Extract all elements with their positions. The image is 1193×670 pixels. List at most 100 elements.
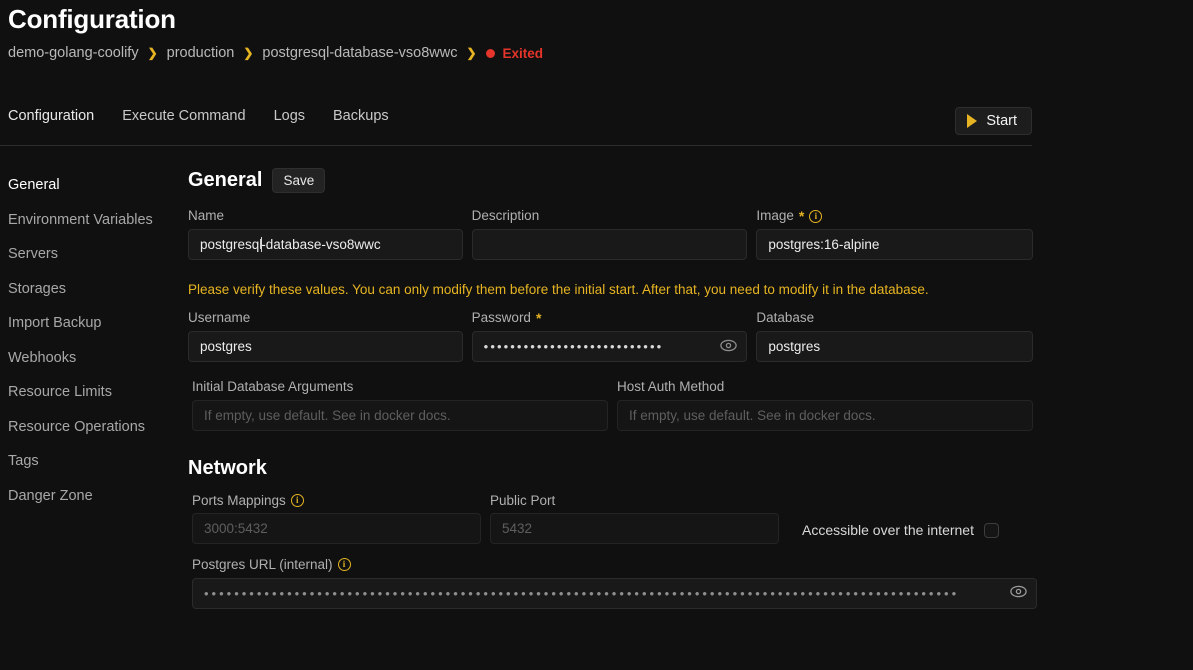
general-heading: General [188,169,263,191]
sidebar-item-webhooks[interactable]: Webhooks [8,341,178,376]
eye-icon[interactable] [720,339,738,354]
initial-args-label: Initial Database Arguments [192,379,354,394]
image-label-text: Image [756,208,794,224]
settings-sidebar: General Environment Variables Servers St… [8,168,178,513]
network-heading: Network [188,456,267,479]
host-auth-field-group: Host Auth Method If empty, use default. … [617,380,1033,431]
settings-panel: General Save Name postgresql -database-vs… [188,168,1037,609]
username-input[interactable]: postgres [188,330,463,362]
required-asterisk: * [798,208,805,224]
username-field-group: Username postgres [188,311,463,362]
image-label: Image * i [756,209,1033,223]
name-input[interactable]: postgresql -database-vso8wwc [188,228,463,260]
description-label: Description [471,208,540,223]
ports-input[interactable]: 3000:5432 [192,513,481,544]
postgres-url-input[interactable]: ••••••••••••••••••••••••••••••••••••••••… [192,577,1037,609]
description-input[interactable] [471,228,748,260]
breadcrumb: demo-golang-coolify ❯ production ❯ postg… [8,45,543,61]
image-value: postgres:16-alpine [768,237,880,252]
required-asterisk: * [535,310,542,326]
ports-field-group: Ports Mappings i 3000:5432 [192,493,481,544]
sidebar-item-servers[interactable]: Servers [8,237,178,272]
network-row-1: Ports Mappings i 3000:5432 Public Port 5… [192,492,1033,545]
name-label: Name [188,208,225,223]
username-value: postgres [200,338,252,354]
tab-logs[interactable]: Logs [274,108,305,126]
public-port-placeholder: 5432 [502,521,533,536]
postgres-url-field-group: Postgres URL (internal) i ••••••••••••••… [192,558,1037,609]
chevron-right-icon: ❯ [243,46,254,60]
password-input[interactable]: ••••••••••••••••••••••••••• [471,331,748,362]
name-value-a: postgresql [200,236,263,252]
status-badge: Exited [485,45,544,61]
username-label: Username [188,310,251,325]
database-field-group: Database postgres [756,311,1033,362]
breadcrumb-item-project[interactable]: demo-golang-coolify [8,45,139,61]
breadcrumb-item-resource[interactable]: postgresql-database-vso8wwc [262,45,457,61]
public-port-label: Public Port [490,492,556,508]
ports-placeholder: 3000:5432 [204,521,268,536]
host-auth-label: Host Auth Method [617,379,725,394]
postgres-url-label: Postgres URL (internal) i [192,558,1037,572]
initial-args-input[interactable]: If empty, use default. See in docker doc… [192,399,608,431]
tab-backups[interactable]: Backups [333,108,389,126]
password-label: Password * [472,311,748,325]
description-field-group: Description [471,208,748,260]
accessible-checkbox[interactable] [983,522,999,538]
password-label-text: Password [471,310,531,326]
start-button[interactable]: Start [955,107,1032,135]
name-field-group: Name postgresql -database-vso8wwc [188,209,463,260]
start-button-label: Start [986,113,1017,129]
chevron-right-icon: ❯ [466,46,477,60]
status-dot-icon [485,48,495,58]
sidebar-item-import-backup[interactable]: Import Backup [8,306,178,341]
tab-execute-command[interactable]: Execute Command [122,108,245,126]
breadcrumb-item-environment[interactable]: production [167,45,235,61]
header-divider [0,145,1032,146]
info-icon[interactable]: i [809,209,823,223]
page-title: Configuration [8,4,176,34]
database-label: Database [756,310,815,325]
info-icon[interactable]: i [337,558,351,572]
public-port-field-group: Public Port 5432 [490,492,779,544]
database-value: postgres [768,338,821,354]
sidebar-item-storages[interactable]: Storages [8,272,178,307]
sidebar-item-resource-limits[interactable]: Resource Limits [8,375,178,410]
accessible-checkbox-group: Accessible over the internet [788,494,999,545]
tab-bar: Configuration Execute Command Logs Backu… [0,108,389,126]
sidebar-item-danger-zone[interactable]: Danger Zone [8,479,178,514]
ports-label: Ports Mappings i [192,493,481,508]
eye-icon[interactable] [1010,585,1027,601]
password-field-group: Password * ••••••••••••••••••••••••••• [471,311,748,362]
host-auth-input[interactable]: If empty, use default. See in docker doc… [617,399,1033,431]
host-auth-placeholder: If empty, use default. See in docker doc… [629,407,876,423]
tab-configuration[interactable]: Configuration [8,108,94,126]
sidebar-item-resource-operations[interactable]: Resource Operations [8,410,178,445]
sidebar-item-tags[interactable]: Tags [8,444,178,479]
accessible-label: Accessible over the internet [802,522,974,538]
sidebar-item-general[interactable]: General [8,168,178,203]
chevron-right-icon: ❯ [147,46,158,60]
image-input[interactable]: postgres:16-alpine [756,229,1033,260]
general-row-3: Initial Database Arguments If empty, use… [188,380,1033,431]
database-input[interactable]: postgres [756,330,1033,362]
postgres-url-label-text: Postgres URL (internal) [192,557,333,572]
public-port-input[interactable]: 5432 [490,513,779,544]
image-field-group: Image * i postgres:16-alpine [756,209,1033,260]
status-label: Exited [502,45,544,61]
configuration-page: Configuration demo-golang-coolify ❯ prod… [0,0,1193,670]
play-icon [967,114,978,128]
network-section: Ports Mappings i 3000:5432 Public Port 5… [188,492,1037,609]
name-value-b: -database-vso8wwc [261,236,381,252]
save-button[interactable]: Save [272,168,326,193]
general-section-header: General Save [188,168,1033,193]
password-value: ••••••••••••••••••••••••••• [483,339,664,354]
sidebar-item-environment-variables[interactable]: Environment Variables [8,203,178,238]
accessible-row: Accessible over the internet [802,522,999,538]
postgres-url-value: ••••••••••••••••••••••••••••••••••••••••… [204,585,960,601]
verify-values-warning: Please verify these values. You can only… [188,282,929,297]
info-icon[interactable]: i [290,493,304,507]
general-row-1: Name postgresql -database-vso8wwc Descrip… [188,209,1033,260]
general-row-2: Username postgres Password * •••••••••••… [188,311,1033,362]
initial-args-field-group: Initial Database Arguments If empty, use… [192,380,608,431]
